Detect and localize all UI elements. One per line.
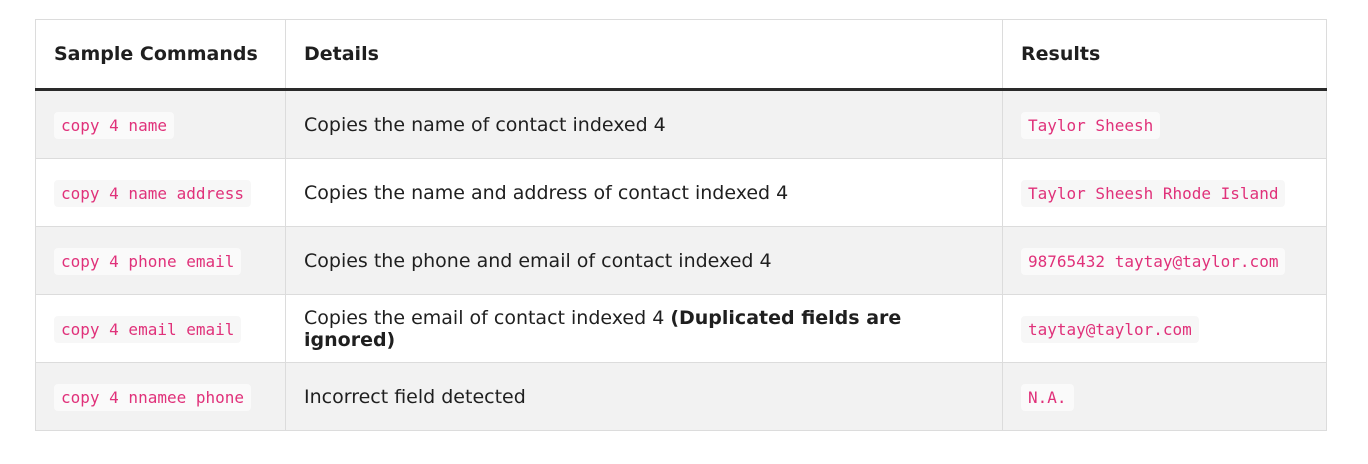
command-cell: copy 4 name xyxy=(35,89,286,159)
result-code: taytay@taylor.com xyxy=(1021,315,1199,343)
table-row: copy 4 email email Copies the email of c… xyxy=(35,294,1327,363)
command-code: copy 4 email email xyxy=(54,315,242,343)
command-cell: copy 4 phone email xyxy=(35,226,286,295)
result-cell: N.A. xyxy=(1002,362,1327,431)
header-results: Results xyxy=(1002,19,1327,91)
result-cell: 98765432 taytay@taylor.com xyxy=(1002,226,1327,295)
result-code: N.A. xyxy=(1021,383,1074,411)
details-cell: Copies the name of contact indexed 4 xyxy=(285,89,1003,159)
command-code: copy 4 name xyxy=(54,111,174,139)
details-text: Copies the email of contact indexed 4 xyxy=(304,306,671,329)
details-cell: Incorrect field detected xyxy=(285,362,1003,431)
table-row: copy 4 name Copies the name of contact i… xyxy=(35,89,1327,159)
details-cell: Copies the email of contact indexed 4 (D… xyxy=(285,294,1003,363)
result-cell: Taylor Sheesh Rhode Island xyxy=(1002,158,1327,227)
command-cell: copy 4 email email xyxy=(35,294,286,363)
result-cell: Taylor Sheesh xyxy=(1002,89,1327,159)
details-text: Incorrect field detected xyxy=(304,385,526,408)
command-cell: copy 4 name address xyxy=(35,158,286,227)
result-code: Taylor Sheesh Rhode Island xyxy=(1021,179,1286,207)
table-row: copy 4 name address Copies the name and … xyxy=(35,158,1327,227)
result-cell: taytay@taylor.com xyxy=(1002,294,1327,363)
commands-table-container: Sample Commands Details Results copy 4 n… xyxy=(35,19,1327,431)
details-text: Copies the name and address of contact i… xyxy=(304,181,789,204)
header-sample-commands: Sample Commands xyxy=(35,19,286,91)
details-cell: Copies the phone and email of contact in… xyxy=(285,226,1003,295)
command-code: copy 4 nnamee phone xyxy=(54,383,252,411)
result-code: Taylor Sheesh xyxy=(1021,111,1161,139)
table-row: copy 4 phone email Copies the phone and … xyxy=(35,226,1327,295)
command-code: copy 4 phone email xyxy=(54,247,242,275)
command-cell: copy 4 nnamee phone xyxy=(35,362,286,431)
header-details: Details xyxy=(285,19,1003,91)
commands-table: Sample Commands Details Results copy 4 n… xyxy=(35,19,1327,431)
details-cell: Copies the name and address of contact i… xyxy=(285,158,1003,227)
result-code: 98765432 taytay@taylor.com xyxy=(1021,247,1286,275)
table-header-row: Sample Commands Details Results xyxy=(35,19,1327,91)
table-row: copy 4 nnamee phone Incorrect field dete… xyxy=(35,362,1327,431)
details-text: Copies the phone and email of contact in… xyxy=(304,249,772,272)
details-text: Copies the name of contact indexed 4 xyxy=(304,113,666,136)
command-code: copy 4 name address xyxy=(54,179,252,207)
